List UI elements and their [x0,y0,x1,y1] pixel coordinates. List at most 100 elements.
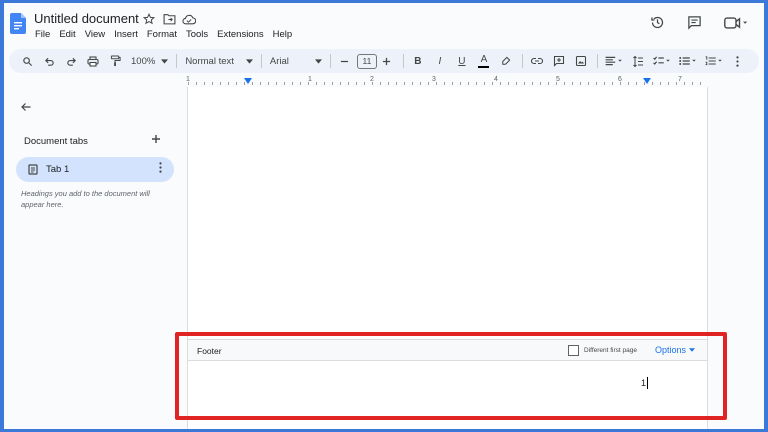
menu-insert[interactable]: Insert [114,29,138,40]
video-call-icon[interactable] [724,16,748,30]
toolbar-divider [176,54,178,68]
ruler-number: 7 [678,76,682,83]
different-first-page-label[interactable]: Different first page [584,347,637,354]
font-select[interactable]: Arial [266,51,326,71]
footer-toolbar: Footer Different first page Options [188,339,707,361]
document-title[interactable]: Untitled document [34,11,139,26]
style-select[interactable]: Normal text [181,51,257,71]
ruler-tick [436,82,437,85]
document-tab-icon [28,164,38,175]
paint-format-icon[interactable] [105,51,125,71]
ruler-tick [620,82,621,85]
italic-button[interactable]: I [430,51,450,71]
chevron-down-icon [314,58,322,64]
tab-label: Tab 1 [46,164,70,175]
ruler-tick [380,82,381,85]
ruler-tick [388,82,389,85]
ruler-tick [212,82,213,85]
ruler-tick [268,82,269,85]
toolbar-divider [402,54,404,68]
menu-edit[interactable]: Edit [59,29,75,40]
increase-font-size-icon[interactable] [377,51,397,71]
comment-icon[interactable] [687,15,702,30]
print-icon[interactable] [83,51,103,71]
menu-bar: File Edit View Insert Format Tools Exten… [35,29,292,40]
ruler-tick [540,82,541,85]
ruler-tick [244,82,245,85]
back-arrow-icon[interactable] [20,100,32,118]
ruler-tick [444,82,445,85]
ruler-tick [460,82,461,85]
ruler-tick [364,82,365,85]
text-cursor [647,377,648,389]
ruler-tick [572,82,573,85]
search-menus-icon[interactable] [17,51,37,71]
ruler-tick [316,82,317,85]
google-docs-icon[interactable] [10,13,26,34]
toolbar-divider [329,54,331,68]
ruler-tick [404,82,405,85]
ruler-tick [252,82,253,85]
footer-page-number[interactable]: 1 [641,378,646,388]
zoom-select[interactable]: 100% [127,51,172,71]
move-folder-icon[interactable] [162,12,176,26]
menu-view[interactable]: View [85,29,105,40]
font-size-input[interactable]: 11 [356,53,377,69]
ruler-tick [412,82,413,85]
ruler-tick [276,82,277,85]
ruler-tick [220,82,221,85]
insert-link-icon[interactable] [527,51,547,71]
ruler-tick [356,82,357,85]
menu-help[interactable]: Help [273,29,293,40]
bulleted-list-icon[interactable] [676,51,700,71]
add-comment-icon[interactable] [549,51,569,71]
ruler-tick [476,82,477,85]
toolbar-divider [260,54,262,68]
redo-icon[interactable] [61,51,81,71]
menu-extensions[interactable]: Extensions [217,29,263,40]
checklist-icon[interactable] [650,51,674,71]
ruler-tick [604,82,605,85]
menu-format[interactable]: Format [147,29,177,40]
star-icon[interactable] [142,12,156,26]
undo-icon[interactable] [39,51,59,71]
chevron-down-icon [161,58,169,64]
menu-file[interactable]: File [35,29,50,40]
tab-more-options-icon[interactable] [159,162,162,176]
ruler-tick [668,82,669,85]
document-page[interactable]: Footer Different first page Options 1 [187,87,708,429]
align-icon[interactable] [602,51,626,71]
cloud-saved-icon[interactable] [182,12,196,26]
options-label: Options [655,345,687,355]
underline-button[interactable]: U [452,51,472,71]
ruler-tick [324,82,325,85]
insert-image-icon[interactable] [571,51,591,71]
tab-1-item[interactable]: Tab 1 [16,157,174,182]
app-window: Untitled document File Edit View Insert … [4,3,764,429]
menu-tools[interactable]: Tools [186,29,208,40]
ruler[interactable]: 1 1 2 3 4 5 6 7 [186,75,707,87]
ruler-tick [348,82,349,85]
ruler-tick [700,82,701,85]
chevron-down-icon [245,58,253,64]
different-first-page-checkbox[interactable] [568,345,579,356]
highlight-color-icon[interactable] [496,51,516,71]
ruler-tick [628,82,629,85]
history-icon[interactable] [650,15,665,30]
decrease-font-size-icon[interactable] [335,51,355,71]
footer-options-button[interactable]: Options [655,345,696,355]
ruler-tick [692,82,693,85]
ruler-tick [396,82,397,85]
add-tab-icon[interactable] [151,131,161,147]
ruler-tick [548,82,549,85]
ruler-tick [644,82,645,85]
bold-button[interactable]: B [408,51,428,71]
numbered-list-icon[interactable] [702,51,726,71]
line-spacing-icon[interactable] [628,51,648,71]
left-indent-marker[interactable] [244,78,252,84]
ruler-tick [492,82,493,85]
text-color-button[interactable]: A [474,51,494,71]
more-options-icon[interactable] [728,51,748,71]
ruler-tick [684,82,685,85]
ruler-tick [516,82,517,85]
